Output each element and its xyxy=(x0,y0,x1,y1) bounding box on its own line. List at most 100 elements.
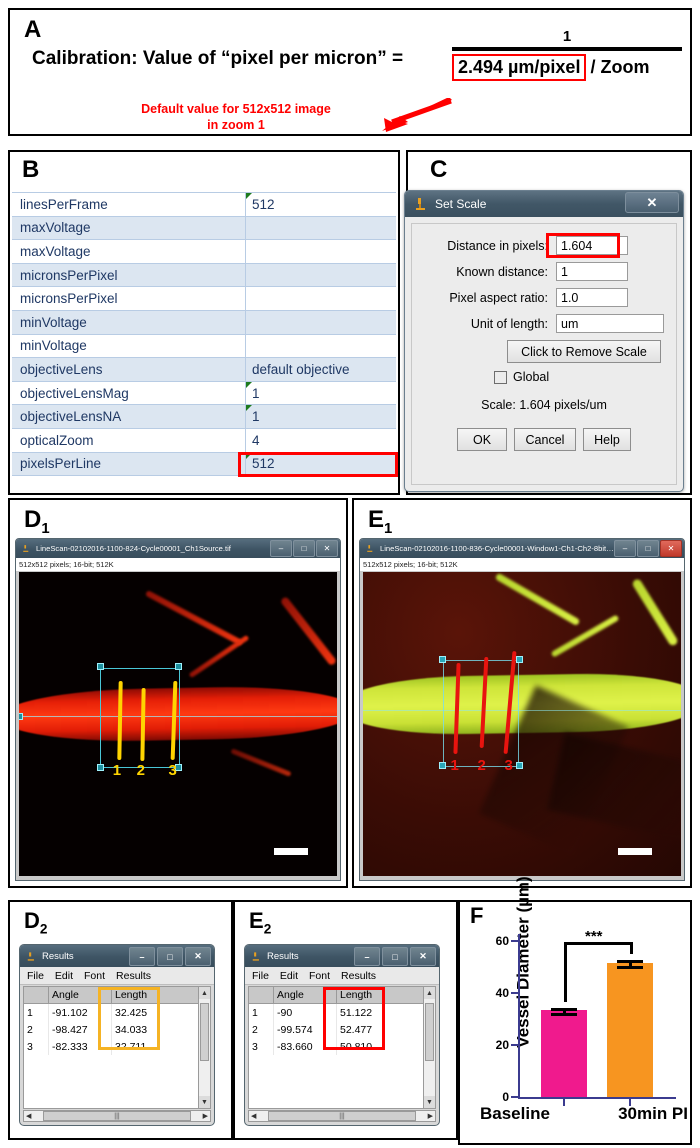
results-title-bar-e2[interactable]: Results – □ ✕ xyxy=(245,945,439,967)
scroll-up-icon[interactable]: ▲ xyxy=(199,987,210,999)
property-value xyxy=(245,309,396,335)
field-input[interactable]: 1.0 xyxy=(556,288,628,307)
minimize-icon[interactable]: – xyxy=(129,947,155,966)
scroll-down-icon[interactable]: ▼ xyxy=(424,1096,435,1108)
table-row[interactable]: linesPerFrame 512 xyxy=(12,192,396,217)
scroll-down-icon[interactable]: ▼ xyxy=(199,1096,210,1108)
panel-f-vessel-diameter-chart: Vessel Diameter (µm) 0 20 40 60 *** Baselin… xyxy=(458,876,692,1145)
table-row[interactable]: minVoltage xyxy=(12,333,396,359)
close-icon[interactable]: ✕ xyxy=(185,947,211,966)
menu-results[interactable]: Results xyxy=(116,970,151,982)
menu-file[interactable]: File xyxy=(252,970,269,982)
bar-baseline[interactable] xyxy=(541,1010,587,1097)
scroll-thumb[interactable] xyxy=(200,1003,209,1061)
bar-30min-pi[interactable] xyxy=(607,963,653,1097)
scroll-left-icon[interactable]: ◀ xyxy=(26,1112,31,1120)
fraction-numerator: 1 xyxy=(562,28,572,45)
image-window-title-bar-e1[interactable]: LineScan-02102016-1100-836-Cycle00001-Wi… xyxy=(360,539,684,558)
image-info-bar-d1: 512x512 pixels; 16-bit; 512K xyxy=(16,558,340,571)
panel-d2-results-table: D2 Results – □ ✕ File Edit Font Results … xyxy=(8,900,233,1140)
maximize-icon[interactable]: □ xyxy=(293,540,315,557)
vertical-scrollbar-d2[interactable]: ▲ ▼ xyxy=(198,986,211,1109)
maximize-icon[interactable]: □ xyxy=(157,947,183,966)
table-row[interactable]: objectiveLens default objective xyxy=(12,357,396,382)
image-canvas-d1[interactable]: 1 2 3 xyxy=(19,572,337,876)
menu-edit[interactable]: Edit xyxy=(280,970,298,982)
maximize-icon[interactable]: □ xyxy=(637,540,659,557)
table-row[interactable]: micronsPerPixel xyxy=(12,262,396,288)
results-window-d2: Results – □ ✕ File Edit Font Results Ang… xyxy=(19,944,215,1126)
roi-handle[interactable] xyxy=(439,655,447,663)
roi-handle[interactable] xyxy=(96,663,104,671)
field-input[interactable]: um xyxy=(556,314,664,333)
measurement-label-3: 3 xyxy=(504,757,513,775)
roi-handle[interactable] xyxy=(96,763,104,771)
scroll-thumb[interactable]: ||| xyxy=(43,1111,191,1121)
menu-font[interactable]: Font xyxy=(84,970,105,982)
global-checkbox-row[interactable]: Global xyxy=(494,370,676,384)
roi-handle[interactable] xyxy=(174,663,182,671)
zoom-divisor-text: / Zoom xyxy=(590,57,650,77)
roi-handle[interactable] xyxy=(439,762,447,769)
vertical-scrollbar-e2[interactable]: ▲ ▼ xyxy=(423,986,436,1109)
x-label-30min: 30min PI xyxy=(618,1104,688,1123)
table-row[interactable]: minVoltage xyxy=(12,309,396,335)
menu-results[interactable]: Results xyxy=(341,970,376,982)
horizontal-scrollbar-e2[interactable]: ◀ ||| ▶ xyxy=(248,1110,436,1122)
minimize-icon[interactable]: – xyxy=(614,540,636,557)
menu-font[interactable]: Font xyxy=(309,970,330,982)
menu-file[interactable]: File xyxy=(27,970,44,982)
property-value-text: 512 xyxy=(252,196,275,212)
roi-handle[interactable] xyxy=(515,762,523,769)
property-value xyxy=(245,215,396,241)
microscope-icon xyxy=(27,951,34,961)
minimize-icon[interactable]: – xyxy=(354,947,380,966)
image-window-title-bar-d1[interactable]: LineScan-02102016-1100-824-Cycle00001_Ch… xyxy=(16,539,340,558)
property-value: 1 xyxy=(245,380,396,406)
minimize-icon[interactable]: – xyxy=(270,540,292,557)
table-row[interactable]: maxVoltage xyxy=(12,239,396,264)
field-input[interactable]: 1 xyxy=(556,262,628,281)
results-title-bar-d2[interactable]: Results – □ ✕ xyxy=(20,945,214,967)
measurement-label-1: 1 xyxy=(450,757,459,775)
roi-handle[interactable] xyxy=(515,655,523,663)
microscope-icon xyxy=(367,545,373,552)
panel-b-label: B xyxy=(22,156,40,183)
panel-f-label: F xyxy=(470,903,484,928)
table-row[interactable]: opticalZoom 4 xyxy=(12,427,396,453)
close-icon[interactable]: ✕ xyxy=(660,540,682,557)
scroll-thumb[interactable] xyxy=(425,1003,434,1061)
scroll-right-icon[interactable]: ▶ xyxy=(203,1112,208,1120)
close-icon[interactable]: ✕ xyxy=(316,540,338,557)
measurement-line-1[interactable] xyxy=(116,681,123,761)
ok-button[interactable]: OK xyxy=(457,428,507,451)
close-icon[interactable]: ✕ xyxy=(410,947,436,966)
global-checkbox[interactable] xyxy=(494,370,507,384)
help-button[interactable]: Help xyxy=(583,428,631,451)
table-row[interactable]: maxVoltage xyxy=(12,215,396,241)
roi-handle[interactable] xyxy=(19,713,23,721)
remove-scale-button[interactable]: Click to Remove Scale xyxy=(507,340,661,363)
cell-marker-icon xyxy=(246,381,252,388)
vessel-branch xyxy=(230,748,292,778)
results-menubar-d2: File Edit Font Results xyxy=(20,967,214,985)
cancel-button[interactable]: Cancel xyxy=(514,428,576,451)
panel-e1-label: E1 xyxy=(368,506,393,537)
close-icon[interactable]: ✕ xyxy=(625,192,679,213)
table-row[interactable]: pixelsPerLine 512 xyxy=(12,451,396,477)
scroll-thumb[interactable]: ||| xyxy=(268,1111,416,1121)
scroll-up-icon[interactable]: ▲ xyxy=(424,987,435,999)
maximize-icon[interactable]: □ xyxy=(382,947,408,966)
image-canvas-e1[interactable]: 1 2 3 xyxy=(363,572,681,876)
menu-edit[interactable]: Edit xyxy=(55,970,73,982)
panel-b-metadata-table: linesPerFrame 512 maxVoltage maxVoltage micr… xyxy=(8,150,400,495)
property-key: linesPerFrame xyxy=(12,192,246,217)
horizontal-scrollbar-d2[interactable]: ◀ ||| ▶ xyxy=(23,1110,211,1122)
scroll-right-icon[interactable]: ▶ xyxy=(428,1112,433,1120)
scroll-left-icon[interactable]: ◀ xyxy=(251,1112,256,1120)
table-row[interactable]: objectiveLensMag 1 xyxy=(12,380,396,406)
table-row[interactable]: micronsPerPixel xyxy=(12,286,396,311)
table-row[interactable]: objectiveLensNA 1 xyxy=(12,404,396,429)
dialog-title-bar[interactable]: Set Scale ✕ xyxy=(405,191,683,217)
panel-a-label: A xyxy=(24,16,42,43)
